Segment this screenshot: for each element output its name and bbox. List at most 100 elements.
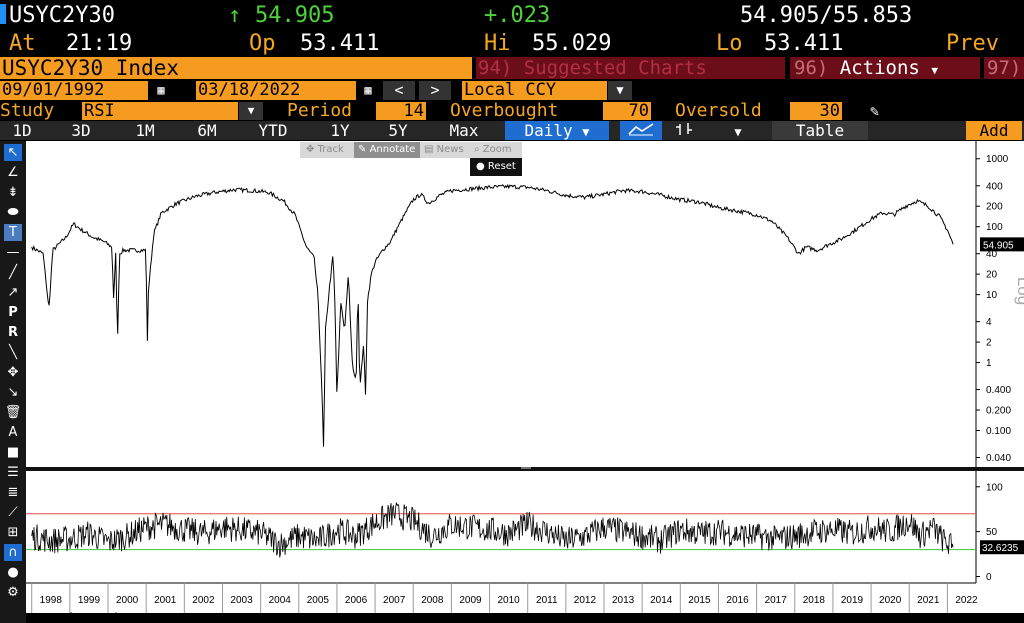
news-tool[interactable]: ▤ News	[424, 142, 464, 158]
timeframe-1d[interactable]: 1D	[0, 121, 44, 140]
color-icon[interactable]: ●	[4, 564, 22, 581]
text-icon[interactable]: T	[4, 224, 22, 241]
x-tick-label: 2000	[116, 595, 139, 606]
price-label-icon[interactable]: P	[4, 304, 22, 321]
add-button[interactable]: Add	[966, 121, 1022, 140]
security-input[interactable]: USYC2Y30 Index	[0, 57, 472, 79]
rsi-tick-label: 100	[986, 482, 1003, 493]
calendar-icon[interactable]: ▦	[152, 82, 170, 99]
ray-icon[interactable]: ↗	[4, 284, 22, 301]
last-price-tag-label: 54.905	[983, 240, 1014, 251]
annotation-icon[interactable]: A	[4, 424, 22, 441]
up-arrow-icon: ↑	[228, 3, 242, 28]
zoom-tool[interactable]: ⌕ Zoom	[474, 142, 512, 158]
pen-icon[interactable]: ╲	[4, 344, 22, 361]
overbought-input[interactable]: 70	[603, 102, 651, 120]
more-menu-button[interactable]: 97)	[984, 57, 1024, 79]
start-date-input[interactable]: 09/01/1992	[0, 81, 148, 100]
timeframe-1y[interactable]: 1Y	[313, 121, 367, 140]
fibonacci-icon[interactable]: ⇟	[4, 184, 22, 201]
trash-icon[interactable]: 🗑	[4, 404, 22, 421]
horizontal-line-icon[interactable]: —	[4, 244, 22, 261]
study-select[interactable]: RSI	[82, 102, 238, 120]
timeframe-max[interactable]: Max	[434, 121, 494, 140]
x-tick-label: 2016	[726, 595, 749, 606]
command-bar: USYC2Y30 Index 94) Suggested Charts 96) …	[0, 57, 1024, 80]
cursor-icon[interactable]: ↖	[4, 144, 22, 161]
gear-icon[interactable]: ⚙	[4, 584, 22, 601]
frequency-label: Daily	[524, 121, 573, 140]
actions-button[interactable]: 96) Actions ▼	[790, 57, 980, 79]
study-label: Study	[0, 100, 55, 121]
suggested-charts-button[interactable]: 94) Suggested Charts	[476, 57, 785, 79]
x-tick-label: 2017	[765, 595, 788, 606]
x-tick-label: 1999	[78, 595, 101, 606]
pane-resize-handle	[521, 467, 531, 469]
y-tick-label: 1000	[986, 154, 1009, 165]
y-tick-label: 2	[986, 338, 992, 349]
list-icon[interactable]: ☰	[4, 464, 22, 481]
oversold-input[interactable]: 30	[790, 102, 842, 120]
y-tick-label: 4	[986, 317, 992, 328]
timeframe-1m[interactable]: 1M	[118, 121, 172, 140]
chart-area[interactable]: 1000 400 200 100 40 20 10 4 2 1 0.400 0.200 0.100 0.0…	[26, 141, 1024, 613]
annotate-tool[interactable]: ✎ Annotate	[354, 142, 420, 158]
move-icon[interactable]: ✥	[4, 364, 22, 381]
suggested-charts-label: Suggested Charts	[523, 57, 707, 79]
rsi-tick-label: 50	[986, 527, 998, 538]
draw-line-icon[interactable]: ∠	[4, 164, 22, 181]
frequency-select[interactable]: Daily ▼	[505, 121, 609, 140]
chart-type-dropdown[interactable]: ▼	[708, 121, 768, 140]
chevron-down-icon: ▼	[931, 64, 938, 77]
magnet-icon[interactable]: ∩	[4, 544, 22, 561]
prev-range-button[interactable]: <	[383, 81, 415, 100]
chevron-down-icon[interactable]: ▼	[239, 102, 263, 120]
y-tick-label: 0.400	[986, 385, 1011, 396]
drawing-toolbar: ↖ ∠ ⇟ ⬬ T — ╱ ↗ P R ╲ ✥ ↘ 🗑 A ■ ☰ ≣ ⟋ ⊞ …	[0, 141, 26, 623]
timeframe-3d[interactable]: 3D	[54, 121, 108, 140]
rectangle-icon[interactable]: ■	[4, 444, 22, 461]
chevron-down-icon[interactable]: ▼	[608, 81, 632, 100]
reset-label: Reset	[487, 161, 516, 172]
trend-line-icon[interactable]: ╱	[4, 264, 22, 281]
y-tick-label: 1	[986, 358, 992, 369]
timeframe-ytd[interactable]: YTD	[245, 121, 301, 140]
resistance-icon[interactable]: R	[4, 324, 22, 341]
prev-label: Prev	[946, 31, 999, 56]
rsi-tick-label: 0	[986, 572, 992, 583]
x-tick-label: 2007	[383, 595, 406, 606]
end-date-input[interactable]: 03/18/2022	[196, 81, 356, 100]
more-number: 97)	[987, 57, 1022, 79]
pointer-icon[interactable]: ↘	[4, 384, 22, 401]
timeframe-6m[interactable]: 6M	[180, 121, 234, 140]
price-and-rsi-chart[interactable]: 10004002001004020104210.4000.2000.1000.0…	[26, 141, 1024, 613]
pencil-icon[interactable]: ✎	[870, 102, 890, 120]
track-tool[interactable]: ✥ Track	[306, 142, 344, 158]
x-tick-label: 2009	[459, 595, 482, 606]
x-tick-label: 2018	[803, 595, 826, 606]
line-chart-icon[interactable]	[620, 121, 662, 140]
next-range-button[interactable]: >	[419, 81, 451, 100]
calendar-icon[interactable]: ▦	[359, 82, 377, 99]
x-tick-label: 2002	[192, 595, 215, 606]
actions-label: Actions	[839, 57, 920, 79]
timeframe-5y[interactable]: 5Y	[371, 121, 425, 140]
layers-icon[interactable]: ≣	[4, 484, 22, 501]
actions-number: 96)	[794, 57, 829, 79]
open-label: Op	[249, 31, 276, 56]
at-time: 21:19	[66, 31, 133, 56]
suggested-charts-number: 94)	[478, 57, 513, 79]
last-price: 54.905	[255, 3, 335, 28]
bar-chart-icon[interactable]	[664, 121, 704, 140]
period-input[interactable]: 14	[376, 102, 426, 120]
reset-button[interactable]: ● Reset	[470, 158, 522, 176]
table-button[interactable]: Table	[772, 121, 868, 140]
plus-icon[interactable]: ⊞	[4, 524, 22, 541]
x-tick-label: 2006	[345, 595, 368, 606]
currency-select[interactable]: Local CCY	[462, 81, 607, 100]
reset-icon: ●	[476, 161, 485, 172]
ruler-icon[interactable]: ⟋	[4, 504, 22, 521]
ellipse-icon[interactable]: ⬬	[4, 204, 22, 221]
study-bar: Study RSI ▼ Period 14 Overbought 70 Over…	[0, 101, 1024, 121]
quote-row-1: USYC2Y30 ↑ 54.905 +.023 54.905/55.853	[0, 4, 1024, 27]
